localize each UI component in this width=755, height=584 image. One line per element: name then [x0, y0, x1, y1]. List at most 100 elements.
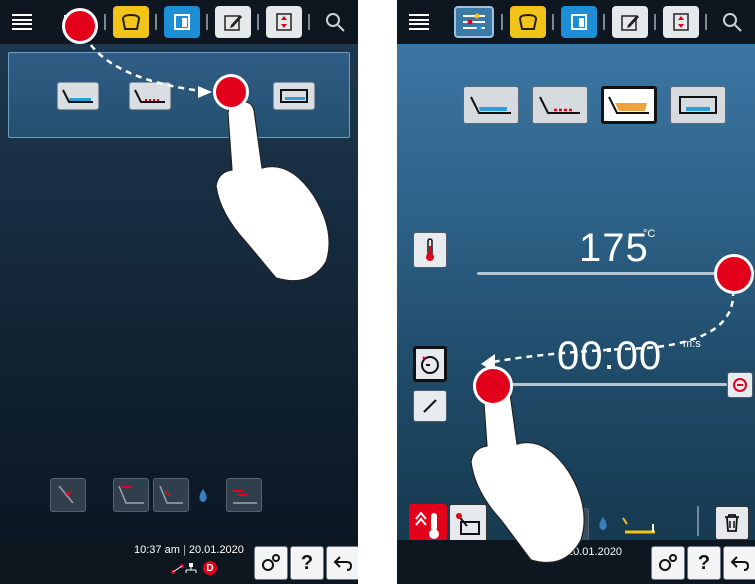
thermometer-icon [426, 238, 434, 261]
steam-mode-icon [62, 89, 93, 103]
probe-needle-icon [423, 399, 437, 413]
timer-unit: m:s [683, 338, 701, 350]
menu-button[interactable] [4, 6, 40, 38]
search-button[interactable] [317, 6, 353, 38]
fry-mode-icon [134, 89, 165, 103]
tab-food-group[interactable] [113, 6, 149, 38]
status-bar: 10:37 am | 20.01.2020 D ? [0, 540, 358, 584]
top-toolbar [0, 0, 358, 44]
toolbar-divider [155, 14, 157, 30]
tilt-icon [58, 485, 74, 504]
back-button[interactable] [723, 546, 755, 580]
pan-icon [559, 515, 583, 534]
service-indicator: D [203, 561, 217, 575]
trash-icon [725, 514, 739, 532]
humidity-icon [233, 490, 257, 504]
toolbar-divider [705, 14, 707, 30]
cooking-probe-icon [456, 513, 480, 535]
continuous-mode-button[interactable] [727, 372, 753, 398]
lan-icon [185, 563, 197, 573]
clock-icon [421, 356, 439, 374]
water-drop-icon [599, 517, 607, 530]
mode-fry-button[interactable] [129, 82, 171, 110]
menu-button[interactable] [401, 6, 437, 38]
delta-function-button[interactable] [50, 478, 86, 512]
back-button[interactable] [326, 546, 358, 580]
deep-fry-mode-icon [679, 96, 717, 114]
status-time: 10:37 am [134, 544, 180, 556]
help-button[interactable]: ? [687, 546, 721, 580]
core-probe-button[interactable] [413, 390, 447, 422]
settings-button[interactable] [651, 546, 685, 580]
composite-screenshot: 10:37 am | 20.01.2020 D ? 175 °C 00:00 m… [0, 0, 755, 584]
back-arrow-icon [730, 556, 750, 571]
toolbar-divider [308, 14, 310, 30]
pan-function-button[interactable] [153, 478, 189, 512]
sensor-function-button[interactable] [113, 478, 149, 512]
touch-start-point [62, 8, 98, 44]
deep-fry-mode-icon [280, 89, 308, 103]
cooking-mode-panel [8, 52, 350, 138]
mode-deep-fry-button[interactable] [670, 86, 726, 124]
touch-start-point [714, 254, 754, 294]
status-bar: 20.01.2020 ? [397, 540, 755, 584]
temperature-slider[interactable] [477, 272, 733, 275]
layout-icon [571, 14, 587, 30]
hamburger-icon [409, 14, 429, 30]
mode-roast-button[interactable] [601, 86, 657, 124]
tab-sort[interactable] [663, 6, 699, 38]
status-date: 20.01.2020 [188, 544, 244, 556]
left-screen: 10:37 am | 20.01.2020 D ? [0, 0, 358, 584]
gears-icon [659, 554, 677, 571]
back-arrow-icon [333, 556, 353, 571]
sliders-icon [463, 13, 485, 31]
toolbar-divider [603, 14, 605, 30]
mode-steam-button[interactable] [57, 82, 99, 110]
humidity-icon [622, 517, 655, 534]
water-drop-icon [199, 489, 207, 502]
pencil-icon [621, 15, 639, 31]
pencil-icon [224, 15, 242, 31]
touch-end-point [473, 366, 513, 406]
mode-steam-button[interactable] [463, 86, 519, 124]
toolbar-divider [206, 14, 208, 30]
continuous-icon [733, 378, 747, 392]
temperature-button[interactable] [413, 232, 447, 268]
function-divider [697, 506, 699, 536]
timer-value: 00:00 [557, 334, 663, 378]
delete-button[interactable] [715, 506, 749, 540]
tab-display[interactable] [561, 6, 597, 38]
pan-icon [159, 485, 183, 504]
timer-button[interactable] [413, 346, 447, 382]
top-toolbar [397, 0, 755, 44]
toolbar-divider [654, 14, 656, 30]
status-datetime: 10:37 am | 20.01.2020 [134, 544, 244, 556]
temperature-value: 175 [579, 226, 649, 270]
settings-button[interactable] [254, 546, 288, 580]
humidity-function-button[interactable] [226, 478, 262, 512]
tab-sort[interactable] [266, 6, 302, 38]
mode-deep-fry-button[interactable] [273, 82, 315, 110]
toolbar-divider [104, 14, 106, 30]
toolbar-divider [501, 14, 503, 30]
tab-edit[interactable] [612, 6, 648, 38]
resize-icon [673, 13, 689, 31]
tab-food-group[interactable] [510, 6, 546, 38]
status-date: 20.01.2020 [567, 546, 623, 558]
resize-icon [276, 13, 292, 31]
pan-function-button[interactable] [553, 508, 589, 542]
help-button[interactable]: ? [290, 546, 324, 580]
search-button[interactable] [714, 6, 750, 38]
preheat-icon [415, 511, 439, 539]
timer-slider[interactable] [495, 383, 727, 386]
touch-end-point [213, 74, 249, 110]
hamburger-icon [12, 14, 32, 30]
roast-mode-icon [608, 96, 649, 114]
steam-mode-icon [470, 96, 511, 114]
tab-edit[interactable] [215, 6, 251, 38]
bread-icon [121, 13, 141, 30]
toolbar-divider [257, 14, 259, 30]
mode-fry-button[interactable] [532, 86, 588, 124]
tab-display[interactable] [164, 6, 200, 38]
tab-mode-filter[interactable] [454, 6, 494, 38]
